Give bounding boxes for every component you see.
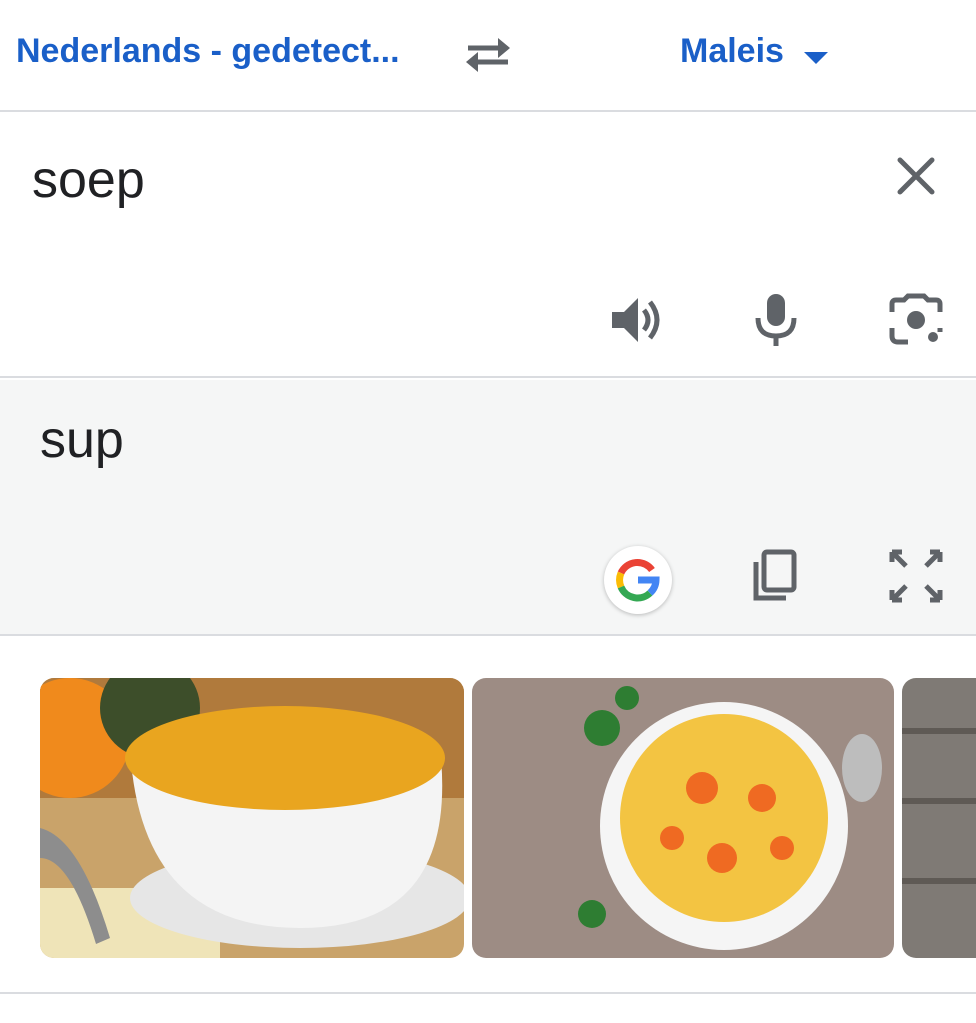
google-g-icon	[616, 559, 660, 602]
fullscreen-button[interactable]	[886, 546, 946, 606]
swap-arrows-icon	[466, 38, 510, 72]
translation-output-panel: sup	[0, 380, 976, 636]
copy-icon	[753, 549, 797, 601]
source-input-panel: soep	[0, 114, 976, 378]
microphone-icon	[755, 294, 797, 346]
image-results-row	[0, 638, 976, 994]
camera-icon	[889, 293, 943, 345]
google-search-button[interactable]	[604, 546, 672, 614]
swap-languages-button[interactable]	[458, 30, 518, 76]
listen-source-button[interactable]	[606, 290, 666, 350]
translated-text: sup	[40, 411, 124, 469]
caret-down-icon[interactable]	[804, 52, 828, 64]
source-text[interactable]: soep	[32, 150, 145, 210]
clear-icon	[897, 157, 935, 195]
pumpkin-soup-image[interactable]	[40, 678, 464, 958]
language-bar: Nederlands - gedetect... Maleis	[0, 0, 976, 112]
chicken-noodle-soup-image[interactable]	[472, 678, 894, 958]
speaker-icon	[612, 298, 660, 342]
voice-input-button[interactable]	[746, 290, 806, 350]
source-language-button[interactable]: Nederlands - gedetect...	[16, 32, 400, 71]
target-language-button[interactable]: Maleis	[680, 32, 784, 71]
clear-button[interactable]	[890, 150, 942, 202]
camera-input-button[interactable]	[886, 290, 946, 350]
wooden-table-image[interactable]	[902, 678, 976, 958]
copy-translation-button[interactable]	[744, 546, 804, 606]
fullscreen-icon	[889, 549, 943, 603]
